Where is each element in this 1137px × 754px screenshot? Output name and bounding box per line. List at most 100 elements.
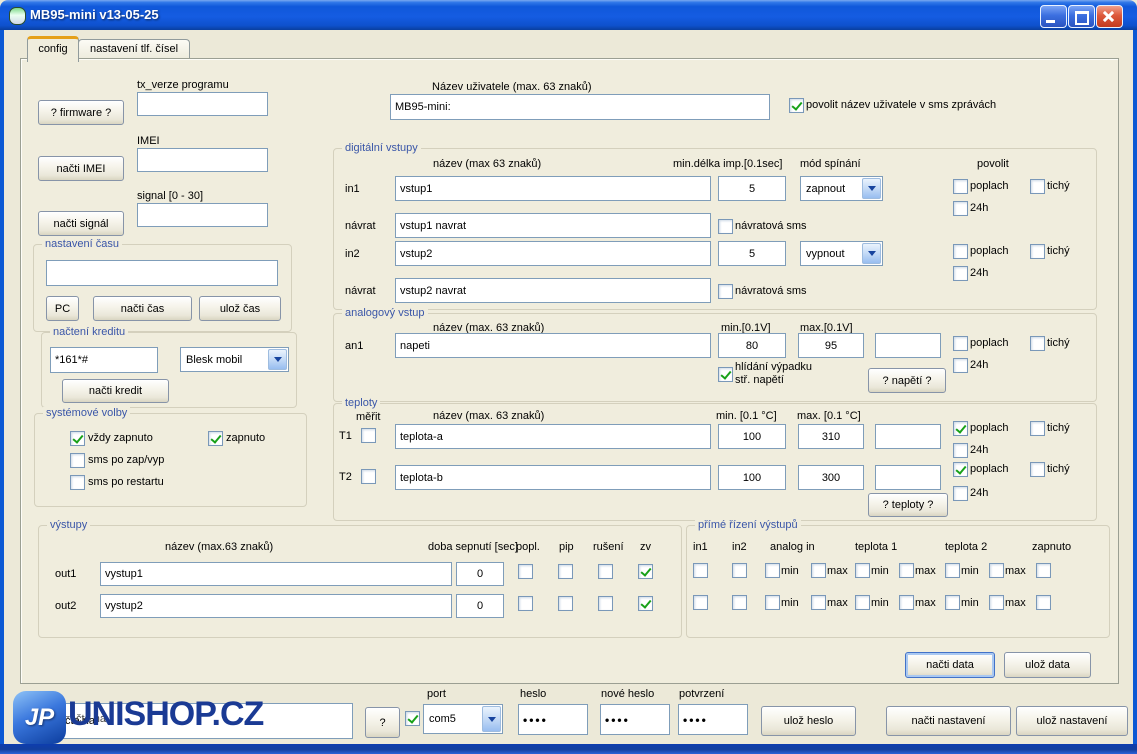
save-data-button[interactable]: ulož data xyxy=(1004,652,1091,678)
firmware-button[interactable]: ? firmware ? xyxy=(38,100,124,125)
on-checkbox[interactable] xyxy=(208,431,223,446)
direct-row2-t2-max-checkbox[interactable] xyxy=(989,595,1004,610)
in1-pulse-input[interactable] xyxy=(718,176,786,201)
user-name-input[interactable] xyxy=(390,94,770,120)
out1-jam-checkbox[interactable] xyxy=(598,564,613,579)
direct-row2-t2-min-checkbox[interactable] xyxy=(945,595,960,610)
an1-alarm-checkbox[interactable] xyxy=(953,336,968,351)
in1-alarm-checkbox[interactable] xyxy=(953,179,968,194)
t2-24h-checkbox[interactable] xyxy=(953,486,968,501)
t2-min-input[interactable] xyxy=(718,465,786,490)
in2-return-name-input[interactable] xyxy=(395,278,711,303)
out2-pip-checkbox[interactable] xyxy=(558,596,573,611)
an1-extra-input[interactable] xyxy=(875,333,941,358)
in1-return-name-input[interactable] xyxy=(395,213,711,238)
chevron-down-icon[interactable] xyxy=(862,178,881,199)
t1-extra-input[interactable] xyxy=(875,424,941,449)
read-settings-button[interactable]: načti nastavení xyxy=(886,706,1011,736)
an1-silent-checkbox[interactable] xyxy=(1030,336,1045,351)
an1-min-input[interactable] xyxy=(718,333,786,358)
credit-code-input[interactable] xyxy=(50,347,158,373)
read-time-button[interactable]: načti čas xyxy=(93,296,192,321)
an1-name-input[interactable] xyxy=(395,333,711,358)
help-button[interactable]: ? xyxy=(365,707,400,738)
out2-jam-checkbox[interactable] xyxy=(598,596,613,611)
direct-row2-t1-min-checkbox[interactable] xyxy=(855,595,870,610)
direct-row2-t1-max-checkbox[interactable] xyxy=(899,595,914,610)
in2-silent-checkbox[interactable] xyxy=(1030,244,1045,259)
temps-query-button[interactable]: ? teploty ? xyxy=(868,493,948,517)
operator-select[interactable]: Blesk mobil xyxy=(180,347,289,372)
t1-silent-checkbox[interactable] xyxy=(1030,421,1045,436)
in1-24h-checkbox[interactable] xyxy=(953,201,968,216)
time-input[interactable] xyxy=(46,260,278,286)
t2-silent-checkbox[interactable] xyxy=(1030,462,1045,477)
always-on-checkbox[interactable] xyxy=(70,431,85,446)
port-enable-checkbox[interactable] xyxy=(405,711,420,726)
t1-alarm-checkbox[interactable] xyxy=(953,421,968,436)
t1-name-input[interactable] xyxy=(395,424,711,449)
allow-user-name-checkbox[interactable] xyxy=(789,98,804,113)
direct-row1-t2-min-checkbox[interactable] xyxy=(945,563,960,578)
an1-24h-checkbox[interactable] xyxy=(953,358,968,373)
direct-row1-t1-min-checkbox[interactable] xyxy=(855,563,870,578)
read-signal-button[interactable]: načti signál xyxy=(38,211,124,236)
direct-row1-in2-checkbox[interactable] xyxy=(732,563,747,578)
out2-name-input[interactable] xyxy=(100,594,452,618)
out1-zv-checkbox[interactable] xyxy=(638,564,653,579)
tab-phone-numbers[interactable]: nastavení tlf. čísel xyxy=(78,39,190,60)
port-select[interactable]: com5 xyxy=(423,704,503,734)
voltage-query-button[interactable]: ? napětí ? xyxy=(868,368,946,393)
chevron-down-icon[interactable] xyxy=(862,243,881,264)
voltage-watch-checkbox[interactable] xyxy=(718,367,733,382)
t2-alarm-checkbox[interactable] xyxy=(953,462,968,477)
save-settings-button[interactable]: ulož nastavení xyxy=(1016,706,1128,736)
save-password-button[interactable]: ulož heslo xyxy=(761,706,856,736)
maximize-button[interactable] xyxy=(1068,5,1095,28)
minimize-button[interactable] xyxy=(1040,5,1067,28)
sms-restart-checkbox[interactable] xyxy=(70,475,85,490)
direct-row2-in1-checkbox[interactable] xyxy=(693,595,708,610)
in1-name-input[interactable] xyxy=(395,176,711,201)
read-imei-button[interactable]: načti IMEI xyxy=(38,156,124,181)
read-data-button[interactable]: načti data xyxy=(905,652,995,678)
sms-on-off-checkbox[interactable] xyxy=(70,453,85,468)
in2-pulse-input[interactable] xyxy=(718,241,786,266)
t2-measure-checkbox[interactable] xyxy=(361,469,376,484)
t1-max-input[interactable] xyxy=(798,424,864,449)
in2-24h-checkbox[interactable] xyxy=(953,266,968,281)
confirm-password-input[interactable] xyxy=(678,704,748,735)
tab-config[interactable]: config xyxy=(27,36,79,62)
password-input[interactable] xyxy=(518,704,588,735)
new-password-input[interactable] xyxy=(600,704,670,735)
t2-max-input[interactable] xyxy=(798,465,864,490)
direct-row2-in2-checkbox[interactable] xyxy=(732,595,747,610)
t1-measure-checkbox[interactable] xyxy=(361,428,376,443)
imei-input[interactable] xyxy=(137,148,268,172)
out1-duration-input[interactable] xyxy=(456,562,504,586)
firmware-version-input[interactable] xyxy=(137,92,268,116)
t1-24h-checkbox[interactable] xyxy=(953,443,968,458)
t2-extra-input[interactable] xyxy=(875,465,941,490)
signal-input[interactable] xyxy=(137,203,268,227)
in2-mode-select[interactable]: vypnout xyxy=(800,241,883,266)
in2-return-sms-checkbox[interactable] xyxy=(718,284,733,299)
title-bar[interactable]: MB95-mini v13-05-25 xyxy=(0,0,1137,30)
direct-row2-analog-min-checkbox[interactable] xyxy=(765,595,780,610)
t1-min-input[interactable] xyxy=(718,424,786,449)
close-button[interactable] xyxy=(1096,5,1123,28)
in1-mode-select[interactable]: zapnout xyxy=(800,176,883,201)
direct-row1-analog-max-checkbox[interactable] xyxy=(811,563,826,578)
out2-zv-checkbox[interactable] xyxy=(638,596,653,611)
out1-pip-checkbox[interactable] xyxy=(558,564,573,579)
out2-duration-input[interactable] xyxy=(456,594,504,618)
direct-row1-on-checkbox[interactable] xyxy=(1036,563,1051,578)
out1-alarm-checkbox[interactable] xyxy=(518,564,533,579)
direct-row1-in1-checkbox[interactable] xyxy=(693,563,708,578)
out2-alarm-checkbox[interactable] xyxy=(518,596,533,611)
chevron-down-icon[interactable] xyxy=(268,349,287,370)
save-time-button[interactable]: ulož čas xyxy=(199,296,281,321)
t2-name-input[interactable] xyxy=(395,465,711,490)
an1-max-input[interactable] xyxy=(798,333,864,358)
direct-row1-t1-max-checkbox[interactable] xyxy=(899,563,914,578)
